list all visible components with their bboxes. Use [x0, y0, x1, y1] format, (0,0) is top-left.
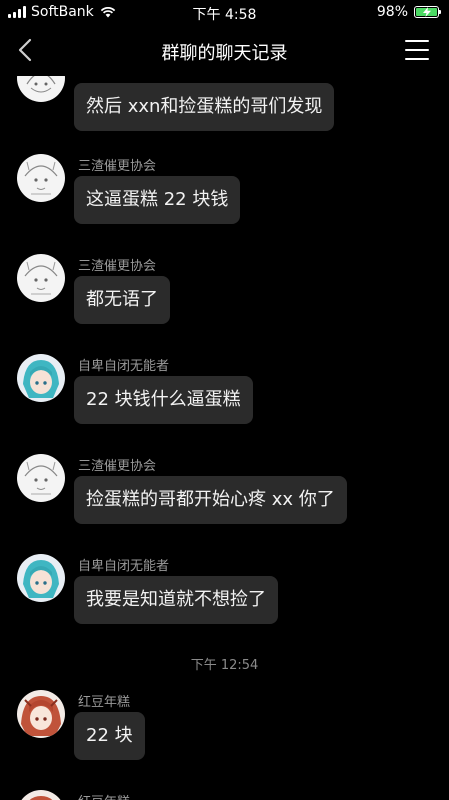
- sketch-avatar[interactable]: [17, 254, 65, 302]
- sender-name: 三渣催更协会: [78, 159, 157, 174]
- sketch-avatar[interactable]: [17, 154, 65, 202]
- message-bubble[interactable]: 都无语了: [74, 276, 170, 324]
- sender-name: 红豆年糕: [78, 695, 131, 710]
- sketch-avatar-art: [24, 261, 58, 295]
- sketch-avatar[interactable]: [17, 454, 65, 502]
- battery-icon: [414, 6, 441, 18]
- battery-percent: 98%: [376, 4, 408, 20]
- sketch-avatar-art: [24, 461, 58, 495]
- red-hair-avatar-art: [29, 796, 53, 800]
- message-bubble[interactable]: 然后 xxn和捡蛋糕的哥们发现: [74, 83, 335, 131]
- status-right: 98%: [376, 4, 441, 20]
- page-title: 群聊的聊天记录: [161, 43, 288, 64]
- status-bar: SoftBank 下午 4:58 98%: [0, 0, 449, 24]
- chat-timestamp: 下午 12:54: [190, 658, 259, 673]
- message-bubble[interactable]: 22 块: [74, 712, 145, 760]
- sender-name: 自卑自闭无能者: [78, 559, 170, 574]
- sender-name: 三渣催更协会: [78, 259, 157, 274]
- sketch-avatar-art: [24, 161, 58, 195]
- teal-hair-avatar-art: [23, 360, 59, 398]
- red-hair-avatar-art: [21, 696, 61, 736]
- teal-hair-avatar[interactable]: [17, 554, 65, 602]
- teal-hair-avatar[interactable]: [17, 354, 65, 402]
- chat-history[interactable]: 然后 xxn和捡蛋糕的哥们发现 三渣催更协会 这逼蛋糕 22 块钱 三渣催更协会…: [0, 76, 449, 800]
- sketch-avatar-art: [26, 76, 56, 93]
- sender-name: 自卑自闭无能者: [78, 359, 170, 374]
- nav-bar: 群聊的聊天记录: [0, 24, 449, 76]
- sender-name: 三渣催更协会: [78, 459, 157, 474]
- message-bubble[interactable]: 我要是知道就不想捡了: [74, 576, 278, 624]
- charging-bolt-icon: [423, 7, 431, 17]
- message-bubble[interactable]: 捡蛋糕的哥都开始心疼 xx 你了: [74, 476, 347, 524]
- sender-name: 红豆年糕: [78, 791, 130, 800]
- menu-icon[interactable]: [405, 40, 429, 60]
- teal-hair-avatar-art: [23, 560, 59, 598]
- red-hair-avatar[interactable]: [17, 690, 65, 738]
- battery-cap: [439, 10, 441, 14]
- message-bubble[interactable]: 这逼蛋糕 22 块钱: [74, 176, 241, 224]
- red-hair-avatar[interactable]: [17, 790, 65, 800]
- sketch-avatar[interactable]: [17, 76, 65, 102]
- message-bubble[interactable]: 22 块钱什么逼蛋糕: [74, 376, 253, 424]
